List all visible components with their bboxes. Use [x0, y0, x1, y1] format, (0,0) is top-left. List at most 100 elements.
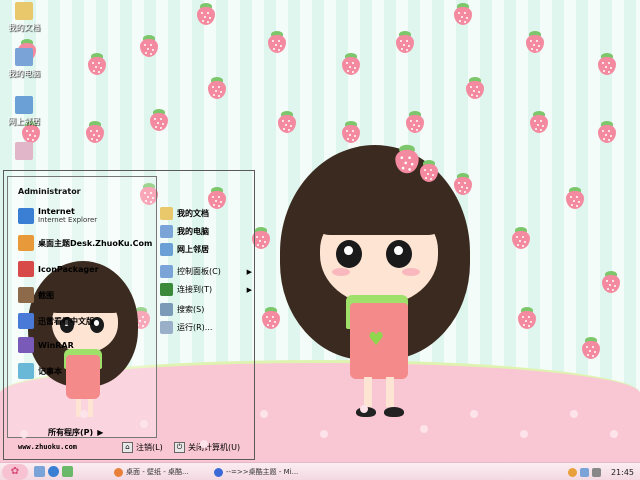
start-menu-place[interactable]: 连接到(T) ▶ [160, 283, 252, 296]
program-title: Internet [38, 207, 75, 216]
start-menu-program[interactable]: 截图 [18, 287, 54, 303]
strawberry-decoration [340, 52, 362, 76]
strawberry-decoration [394, 30, 416, 54]
ground-dot [610, 430, 618, 438]
start-menu-program[interactable]: 迅雷看看中文版 [18, 313, 94, 329]
desktop-icon-2[interactable]: 我的电脑 [4, 48, 44, 79]
strawberry-decoration [580, 336, 602, 360]
desktop-icon-4[interactable] [4, 142, 44, 162]
shortcut-icon [15, 142, 33, 160]
program-title: 迅雷看看中文版 [38, 316, 94, 326]
place-icon [160, 303, 173, 316]
place-label: 运行(R)... [177, 323, 213, 332]
log-off-button[interactable]: ⌂ 注销(L) [122, 442, 163, 453]
strawberry-decoration [516, 306, 538, 330]
strawberry-decoration [528, 110, 550, 134]
strawberry-decoration [148, 108, 170, 132]
strawberry-decoration [596, 120, 618, 144]
taskbar-button[interactable]: --=>>桌酷主题 - Mi... [210, 465, 302, 479]
ground-dot [470, 410, 478, 418]
flower-icon: ✿ [10, 466, 20, 477]
start-menu: Administrator Internet Internet Explorer 桌… [3, 170, 255, 460]
strawberry-decoration [340, 120, 362, 144]
ground-dot [140, 420, 148, 428]
strawberry-decoration [260, 306, 282, 330]
user-name: Administrator [18, 187, 81, 196]
power-icon: ⏻ [174, 442, 185, 453]
place-icon [160, 207, 173, 220]
start-menu-place[interactable]: 搜索(S) [160, 303, 248, 316]
program-icon [18, 235, 34, 251]
taskbar-button[interactable]: 桌面 - 壁纸 - 桌酷... [110, 465, 193, 479]
start-menu-program[interactable]: 记事本 [18, 363, 62, 379]
strawberry-decoration [138, 34, 160, 58]
system-tray: 21:45 [562, 463, 640, 480]
start-button[interactable]: ✿ [2, 463, 28, 480]
ground-dot [360, 405, 368, 413]
ground-dot [260, 410, 268, 418]
desktop-icon-3[interactable]: 网上邻居 [4, 96, 44, 127]
program-icon [18, 261, 34, 277]
place-icon [160, 225, 173, 238]
start-menu-program[interactable]: WinRAR [18, 337, 74, 353]
start-menu-place[interactable]: 我的电脑 [160, 225, 248, 238]
start-menu-place[interactable]: 运行(R)... [160, 321, 248, 334]
task-icon [114, 467, 123, 477]
ground-dot [200, 440, 208, 448]
desktop-icon[interactable] [34, 466, 45, 477]
desktop-icon-label: 我的电脑 [8, 69, 40, 78]
desktop-icon-1[interactable]: 我的文档 [4, 2, 44, 33]
ground-dot [320, 430, 328, 438]
place-icon [160, 265, 173, 278]
strawberry-decoration [524, 30, 546, 54]
strawberry-decoration [600, 270, 622, 294]
strawberry-decoration [266, 30, 288, 54]
desktop-icon-label: 网上邻居 [8, 117, 40, 126]
start-menu-place[interactable]: 我的文档 [160, 207, 248, 220]
strawberry-decoration [404, 110, 426, 134]
place-label: 连接到(T) [177, 285, 213, 294]
strawberry-decoration [596, 52, 618, 76]
program-icon [18, 313, 34, 329]
strawberry-decoration [206, 76, 228, 100]
shortcut-icon [15, 2, 33, 20]
start-menu-program[interactable]: IconPackager [18, 261, 99, 277]
place-label: 搜索(S) [177, 305, 205, 314]
start-menu-place[interactable]: 网上邻居 [160, 243, 248, 256]
program-title: 桌面主题Desk.ZhuoKu.Com [38, 238, 153, 248]
taskbar: ✿ 桌面 - 壁纸 - 桌酷... --=>>桌酷主题 - Mi... 21:45 [0, 462, 640, 480]
girl-illustration: ♥ [280, 144, 470, 425]
shortcut-icon [15, 48, 33, 66]
strawberry-decoration [564, 186, 586, 210]
arrow-right-icon: ▶ [97, 428, 104, 437]
place-label: 控制面板(C) [177, 267, 221, 276]
ground-dot [20, 430, 28, 438]
program-title: IconPackager [38, 264, 99, 274]
arrow-right-icon: ▶ [246, 285, 252, 294]
start-menu-program[interactable]: Internet Internet Explorer [18, 207, 97, 224]
ground-dot [520, 430, 528, 438]
program-icon [18, 207, 34, 224]
start-menu-place[interactable]: 控制面板(C) ▶ [160, 265, 252, 278]
media-icon[interactable] [62, 466, 73, 477]
volume-icon[interactable] [592, 467, 601, 477]
strawberry-decoration [84, 120, 106, 144]
program-title: 截图 [38, 290, 54, 300]
task-label: --=>>桌酷主题 - Mi... [226, 468, 299, 476]
place-icon [160, 321, 173, 334]
network-icon[interactable] [580, 467, 589, 477]
start-menu-left-pane: Administrator Internet Internet Explorer 桌… [7, 176, 157, 438]
website-text: www.zhuoku.com [18, 443, 78, 451]
program-icon [18, 363, 34, 379]
ground-dot [570, 410, 578, 418]
place-icon [160, 283, 173, 296]
clock[interactable]: 21:45 [611, 468, 634, 477]
strawberry-decoration [452, 2, 474, 26]
ie-icon[interactable] [48, 466, 59, 477]
all-programs-button[interactable]: 所有程序(P) ▶ [48, 427, 103, 438]
user-icon[interactable] [568, 467, 577, 477]
program-title: WinRAR [38, 340, 74, 350]
shut-down-label: 关闭计算机(U) [188, 443, 241, 452]
start-menu-program[interactable]: 桌面主题Desk.ZhuoKu.Com [18, 235, 152, 251]
all-programs-label: 所有程序(P) [48, 428, 94, 437]
